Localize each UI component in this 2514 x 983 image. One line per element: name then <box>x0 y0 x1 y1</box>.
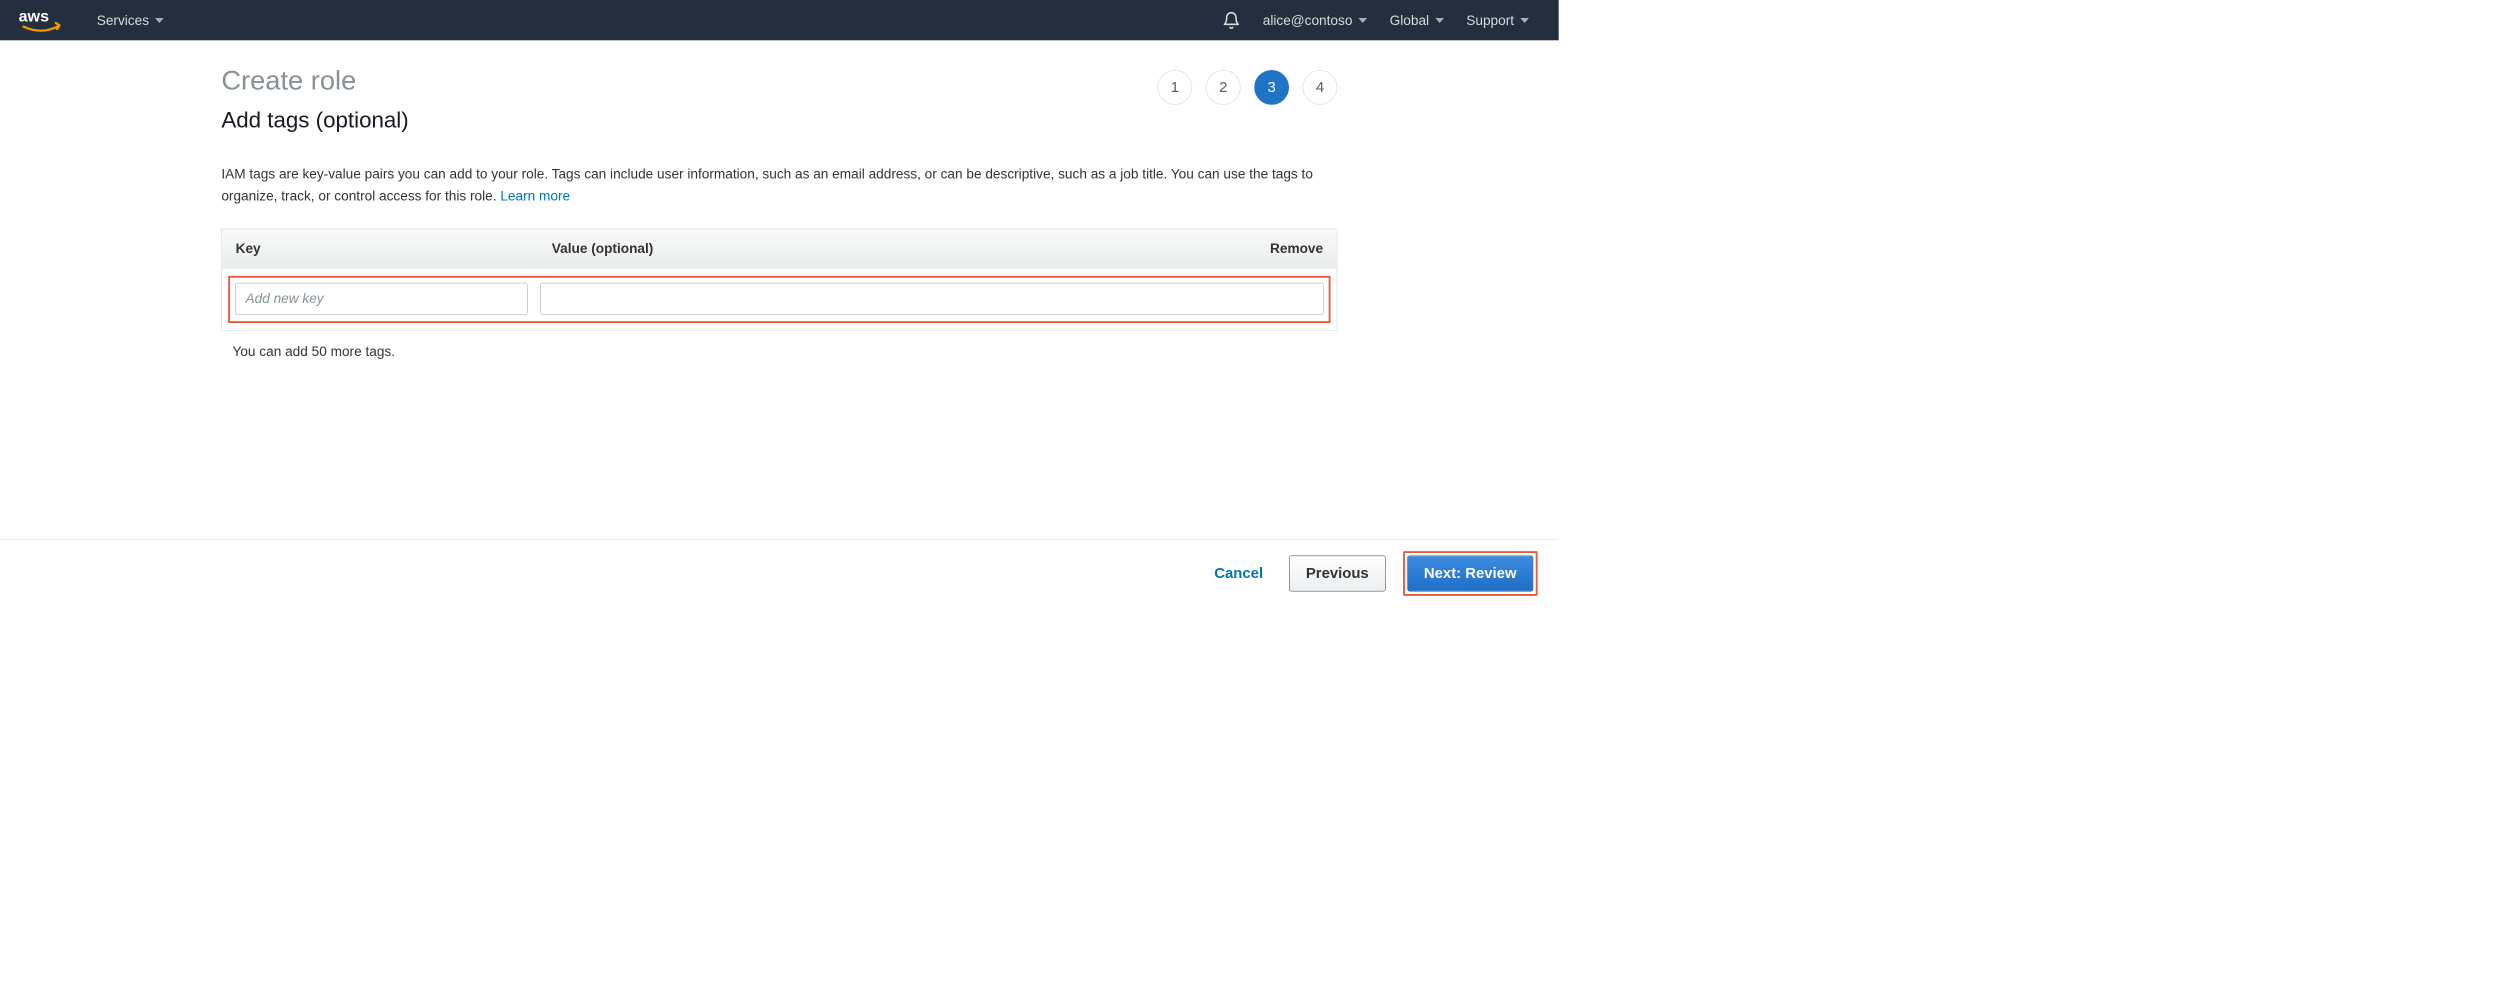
services-menu[interactable]: Services <box>86 12 176 28</box>
wizard-steps: 1 2 3 4 <box>1158 70 1338 105</box>
tags-table: Key Value (optional) Remove <box>221 229 1337 331</box>
svg-text:aws: aws <box>19 8 49 26</box>
tag-value-input[interactable] <box>540 283 1324 315</box>
learn-more-link[interactable]: Learn more <box>500 188 570 204</box>
description: IAM tags are key-value pairs you can add… <box>221 163 1337 207</box>
caret-down-icon <box>1435 18 1444 23</box>
caret-down-icon <box>155 18 164 23</box>
page-subtitle: Add tags (optional) <box>221 107 408 133</box>
wizard-footer: Cancel Previous Next: Review <box>0 539 1559 609</box>
previous-button[interactable]: Previous <box>1289 556 1385 592</box>
next-button-highlight: Next: Review <box>1403 551 1538 596</box>
support-label: Support <box>1466 12 1514 28</box>
step-1[interactable]: 1 <box>1158 70 1193 105</box>
region-menu[interactable]: Global <box>1378 12 1455 28</box>
tag-key-input[interactable] <box>235 283 528 315</box>
step-3[interactable]: 3 <box>1254 70 1289 105</box>
step-2[interactable]: 2 <box>1206 70 1241 105</box>
description-text: IAM tags are key-value pairs you can add… <box>221 166 1313 203</box>
account-label: alice@contoso <box>1263 12 1353 28</box>
aws-logo[interactable]: aws <box>19 8 67 33</box>
cancel-button[interactable]: Cancel <box>1206 559 1272 589</box>
tags-table-header: Key Value (optional) Remove <box>222 230 1337 269</box>
top-nav: aws Services alice@contoso Global Suppor… <box>0 0 1559 40</box>
col-header-value: Value (optional) <box>552 241 1236 257</box>
col-header-remove: Remove <box>1236 241 1323 257</box>
page-title: Create role <box>221 65 408 96</box>
account-menu[interactable]: alice@contoso <box>1252 12 1379 28</box>
tag-row <box>228 276 1330 323</box>
tags-remaining-hint: You can add 50 more tags. <box>233 344 1338 360</box>
step-4[interactable]: 4 <box>1303 70 1338 105</box>
next-review-button[interactable]: Next: Review <box>1407 556 1533 592</box>
notifications-icon[interactable] <box>1211 11 1252 30</box>
support-menu[interactable]: Support <box>1455 12 1540 28</box>
caret-down-icon <box>1520 18 1529 23</box>
region-label: Global <box>1390 12 1429 28</box>
caret-down-icon <box>1359 18 1368 23</box>
col-header-key: Key <box>236 241 552 257</box>
services-label: Services <box>97 12 149 28</box>
